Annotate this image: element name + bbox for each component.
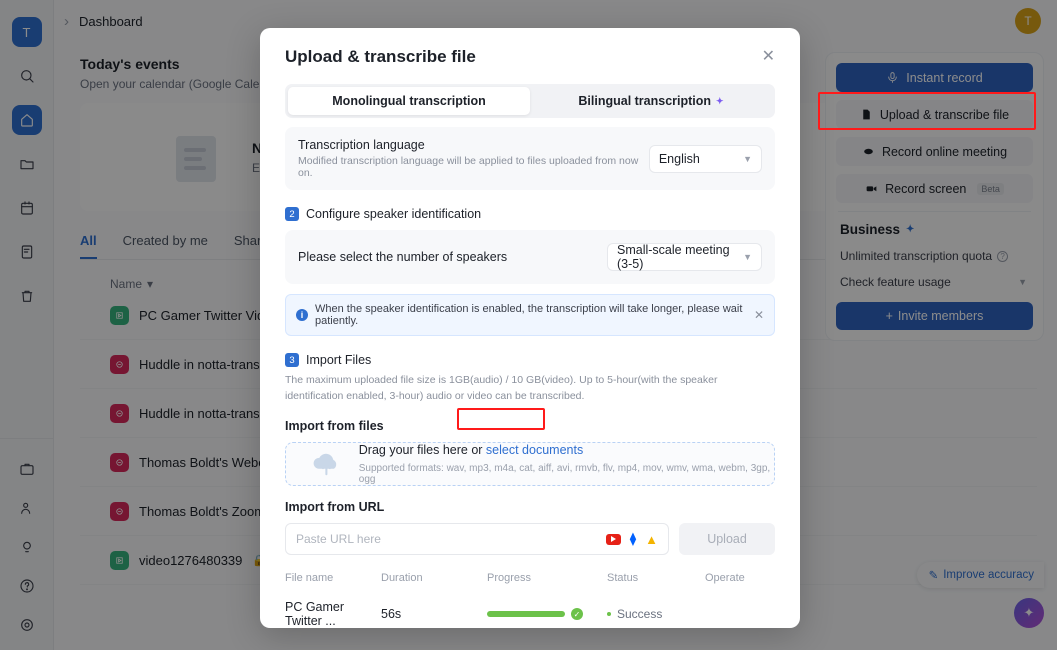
status-badge: Success — [617, 607, 663, 621]
speaker-count-select[interactable]: Small-scale meeting (3-5) ▼ — [607, 243, 762, 271]
transcription-mode-tabs: Monolingual transcription Bilingual tran… — [285, 84, 775, 118]
step-3-title: Import Files — [306, 353, 372, 367]
cell-duration: 56s — [381, 607, 402, 621]
speaker-count-value: Small-scale meeting (3-5) — [617, 243, 730, 271]
speaker-count-row: Please select the number of speakers Sma… — [285, 230, 775, 284]
progress-bar — [487, 611, 565, 617]
chevron-down-icon: ▼ — [743, 252, 752, 262]
step-3-header: 3 Import Files — [285, 353, 775, 367]
tab-bilingual-label: Bilingual transcription — [578, 94, 712, 108]
table-header: File name Duration Progress Status Opera… — [285, 572, 775, 584]
column-status: Status — [607, 572, 639, 584]
column-file-name: File name — [285, 572, 334, 584]
speaker-identification-tip: i When the speaker identification is ena… — [285, 294, 775, 336]
status-dot — [607, 612, 611, 616]
chevron-down-icon: ▼ — [743, 153, 752, 164]
transcription-language-row: Transcription language Modified transcri… — [285, 127, 775, 190]
upload-button[interactable]: Upload — [679, 523, 775, 555]
cell-status: Success — [607, 607, 705, 621]
dropbox-icon: ⧫ — [629, 531, 637, 546]
step-2-title: Configure speaker identification — [306, 207, 482, 221]
tip-text: When the speaker identification is enabl… — [315, 303, 743, 327]
youtube-icon — [605, 533, 621, 545]
dropzone-text: Drag your files here or — [358, 442, 483, 457]
tab-bilingual-transcription[interactable]: Bilingual transcription ✦ — [530, 87, 772, 115]
close-icon[interactable]: ✕ — [754, 308, 764, 322]
modal-title: Upload & transcribe file — [285, 47, 476, 66]
url-input[interactable] — [296, 532, 606, 546]
step-number: 3 — [285, 353, 299, 367]
file-dropzone[interactable]: Drag your files here or select documents… — [285, 441, 775, 486]
url-input-wrapper[interactable]: ⧫ ▲ — [285, 523, 669, 555]
url-import-row: ⧫ ▲ Upload — [285, 523, 775, 555]
modal-header: Upload & transcribe file ✕ — [285, 28, 775, 67]
cell-progress: ✓ — [487, 608, 607, 620]
transcription-language-hint: Modified transcription language will be … — [298, 155, 639, 179]
app-root: T › Dashboard T Today's events Open your… — [0, 0, 1057, 650]
speaker-count-label: Please select the number of speakers — [298, 250, 508, 264]
tab-monolingual-label: Monolingual transcription — [332, 94, 486, 108]
dropzone-text-row: Drag your files here or select documents — [359, 443, 774, 457]
cell-file-name: PC Gamer Twitter ... — [285, 600, 345, 628]
table-row: PC Gamer Twitter ... 56s ✓ Success — [285, 600, 775, 628]
column-duration: Duration — [381, 572, 423, 584]
google-drive-icon: ▲ — [645, 531, 658, 547]
import-from-files-label: Import from files — [285, 418, 384, 433]
info-icon: i — [296, 309, 308, 321]
tab-monolingual-transcription[interactable]: Monolingual transcription — [288, 87, 530, 115]
step-2-header: 2 Configure speaker identification — [285, 207, 775, 221]
language-select-value: English — [658, 151, 700, 166]
import-from-url-label: Import from URL — [285, 500, 385, 514]
check-icon: ✓ — [571, 608, 583, 620]
upload-transcribe-modal: Upload & transcribe file ✕ Monolingual t… — [260, 28, 800, 628]
transcription-language-label: Transcription language — [298, 138, 425, 152]
url-service-icons: ⧫ ▲ — [605, 531, 658, 547]
upload-table: File name Duration Progress Status Opera… — [285, 572, 775, 628]
select-documents-link[interactable]: select documents — [486, 443, 583, 457]
close-icon[interactable]: ✕ — [762, 49, 775, 65]
column-progress: Progress — [487, 572, 532, 584]
supported-formats: Supported formats: wav, mp3, m4a, cat, a… — [358, 462, 771, 485]
column-operate: Operate — [705, 572, 745, 584]
import-files-description: The maximum uploaded file size is 1GB(au… — [285, 374, 718, 402]
cloud-upload-icon — [313, 453, 337, 476]
language-select[interactable]: English ▼ — [648, 144, 762, 173]
step-number: 2 — [285, 207, 299, 221]
sparkle-icon: ✦ — [716, 95, 724, 106]
